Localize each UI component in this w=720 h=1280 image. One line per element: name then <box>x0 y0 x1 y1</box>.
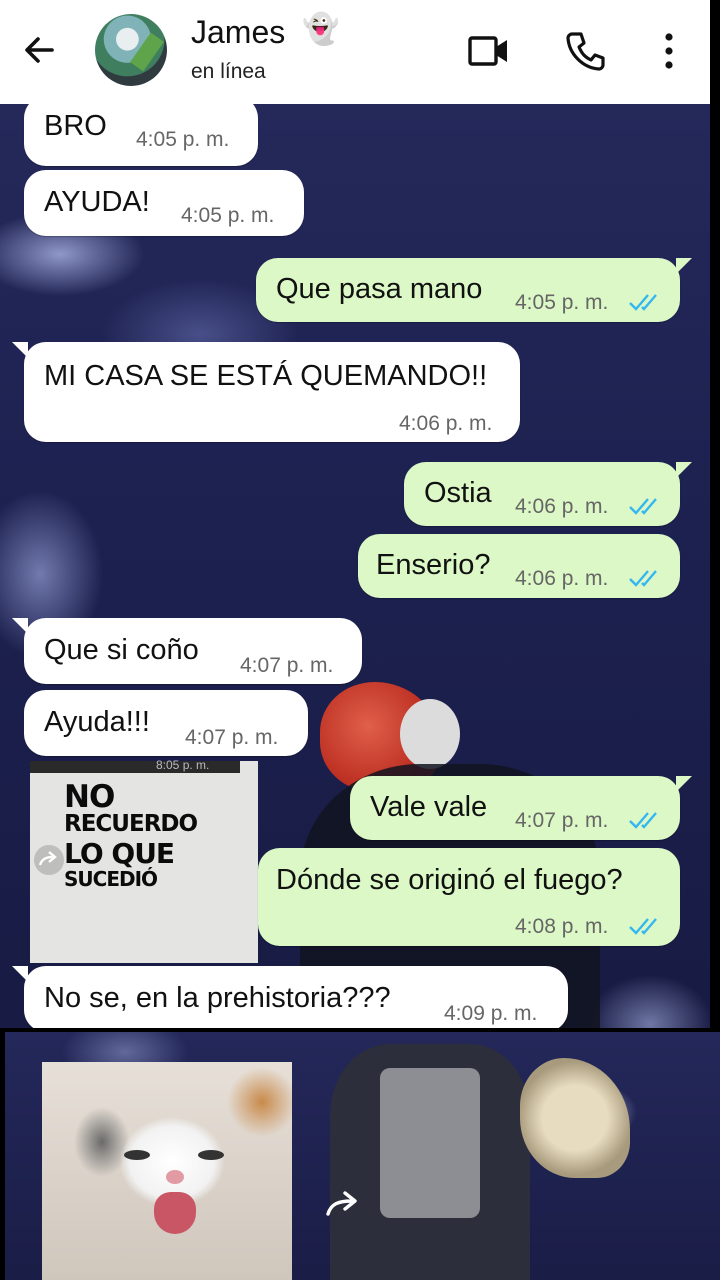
chat-header: James 👻 en línea <box>0 0 720 104</box>
forwarded-sticker[interactable]: 8:05 p. m. NO RECUERDO LO QUE SUCEDIÓ <box>30 758 258 963</box>
read-ticks-icon <box>629 812 657 829</box>
media-preview-area <box>0 1028 720 1280</box>
message-time: 4:09 p. m. <box>444 1002 538 1025</box>
read-ticks-icon <box>629 294 657 311</box>
forward-icon[interactable] <box>34 845 64 875</box>
message-time: 4:07 p. m. <box>185 726 279 749</box>
message-time: 4:07 p. m. <box>515 809 609 832</box>
message-bubble-outgoing[interactable]: Que pasa mano 4:05 p. m. <box>256 258 692 322</box>
message-bubble-incoming[interactable]: AYUDA! 4:05 p. m. <box>24 170 304 236</box>
message-time: 4:06 p. m. <box>399 412 493 435</box>
message-text: Que pasa mano <box>276 273 483 305</box>
sticker-header-bar: 8:05 p. m. <box>30 758 240 773</box>
message-time: 4:08 p. m. <box>515 915 609 938</box>
message-text: Ostia <box>424 477 492 509</box>
chat-area[interactable]: BRO 4:05 p. m. AYUDA! 4:05 p. m. Que pas… <box>0 104 720 1028</box>
avatar[interactable] <box>95 14 167 86</box>
sticker-text-line: LO QUE <box>64 837 175 870</box>
message-text: AYUDA! <box>44 186 150 218</box>
wallpaper-art-detail <box>400 699 460 769</box>
message-time: 4:05 p. m. <box>181 204 275 227</box>
message-bubble-incoming[interactable]: Que si coño 4:07 p. m. <box>12 618 362 684</box>
message-time: 4:06 p. m. <box>515 495 609 518</box>
message-bubble-outgoing[interactable]: Dónde se originó el fuego? 4:08 p. m. <box>258 848 680 946</box>
message-bubble-outgoing[interactable]: Vale vale 4:07 p. m. <box>350 776 692 840</box>
cat-eye <box>124 1150 150 1160</box>
forward-icon[interactable] <box>322 1186 366 1222</box>
message-bubble-incoming[interactable]: Ayuda!!! 4:07 p. m. <box>24 690 308 756</box>
message-bubble-incoming[interactable]: No se, en la prehistoria??? 4:09 p. m. <box>12 966 568 1028</box>
message-time: 4:05 p. m. <box>136 128 230 151</box>
message-time: 4:06 p. m. <box>515 567 609 590</box>
read-ticks-icon <box>629 498 657 515</box>
message-text: Dónde se originó el fuego? <box>276 864 623 896</box>
message-bubble-outgoing[interactable]: Enserio? 4:06 p. m. <box>358 534 680 598</box>
message-text: Que si coño <box>44 634 199 666</box>
video-call-icon[interactable] <box>466 28 512 74</box>
sticker-time: 8:05 p. m. <box>156 758 210 772</box>
wallpaper-figure-detail <box>380 1068 480 1218</box>
message-text: MI CASA SE ESTÁ QUEMANDO!! <box>44 360 488 392</box>
message-text: BRO <box>44 110 107 142</box>
message-bubble-incoming[interactable]: BRO 4:05 p. m. <box>24 104 258 166</box>
message-text: Vale vale <box>370 791 488 823</box>
contact-name[interactable]: James <box>191 14 285 51</box>
sticker-text-line: SUCEDIÓ <box>64 867 158 891</box>
cat-meme-image[interactable] <box>42 1062 292 1280</box>
more-vert-icon[interactable] <box>646 28 692 74</box>
message-time: 4:05 p. m. <box>515 291 609 314</box>
cat-eye <box>198 1150 224 1160</box>
sticker-text-line: NO <box>64 779 115 815</box>
cat-nose <box>166 1170 184 1184</box>
read-ticks-icon <box>629 570 657 587</box>
message-text: Ayuda!!! <box>44 706 150 738</box>
sticker-text-line: RECUERDO <box>64 811 198 837</box>
read-ticks-icon <box>629 918 657 935</box>
back-arrow-icon[interactable] <box>18 28 62 72</box>
message-time: 4:07 p. m. <box>240 654 334 677</box>
contact-status: en línea <box>191 60 266 83</box>
message-bubble-incoming[interactable]: MI CASA SE ESTÁ QUEMANDO!! 4:06 p. m. <box>12 342 520 442</box>
message-text: No se, en la prehistoria??? <box>44 982 391 1014</box>
message-text: Enserio? <box>376 549 491 581</box>
cat-mouth <box>154 1192 196 1234</box>
phone-icon[interactable] <box>563 28 609 74</box>
message-bubble-outgoing[interactable]: Ostia 4:06 p. m. <box>404 462 692 526</box>
ghost-emoji: 👻 <box>302 13 340 46</box>
